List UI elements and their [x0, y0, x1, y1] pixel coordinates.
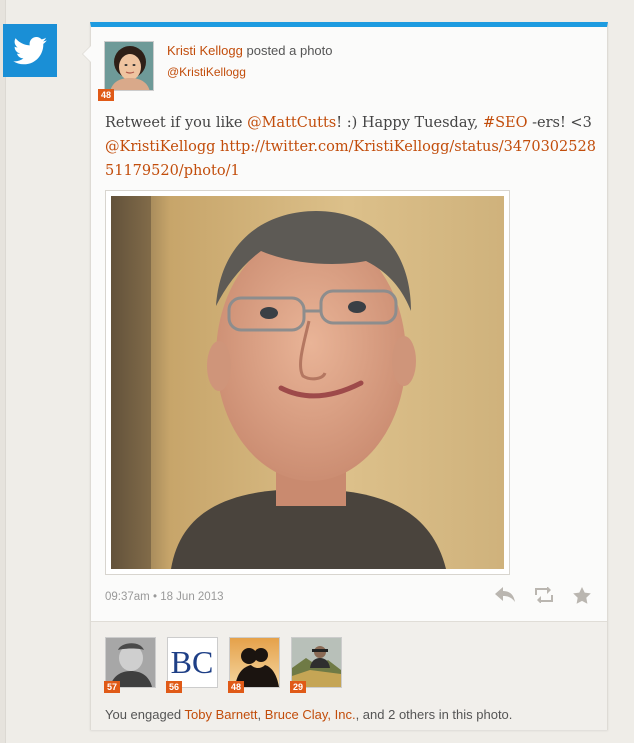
author-avatar-wrap[interactable]: 48	[98, 41, 156, 101]
engagement-panel: 57 BC 56 48 29 You engaged Toby Barnett,…	[91, 621, 607, 730]
twitter-network-badge	[3, 24, 57, 77]
engaged-summary: You engaged Toby Barnett, Bruce Clay, In…	[105, 707, 512, 722]
tweet-text: Retweet if you like @MattCutts! :) Happy…	[105, 111, 600, 183]
engaged-user-link[interactable]: Toby Barnett	[185, 707, 258, 722]
author-name-link[interactable]: Kristi Kellogg	[167, 43, 243, 58]
silhouette-couple-icon	[230, 638, 279, 687]
retweet-icon[interactable]	[533, 586, 555, 609]
meta-separator: •	[149, 591, 161, 603]
photo-frame[interactable]	[105, 190, 510, 575]
engaged-user-avatar[interactable]: BC 56	[166, 637, 218, 693]
engaged-comma: ,	[257, 707, 265, 722]
engaged-user-score: 48	[228, 681, 245, 693]
post-photo[interactable]	[111, 196, 504, 569]
post-date[interactable]: 18 Jun 2013	[160, 591, 223, 603]
engaged-users-list: 57 BC 56 48 29	[104, 637, 342, 693]
post-actions	[495, 586, 591, 609]
twitter-bird-icon	[13, 36, 47, 64]
engaged-prefix: You engaged	[105, 707, 185, 722]
engaged-user-score: 56	[166, 681, 183, 693]
author-score-badge: 48	[98, 89, 115, 101]
photo-portrait-icon	[111, 196, 504, 569]
post-action-text: posted a photo	[242, 43, 333, 58]
author-handle-link[interactable]: @KristiKellogg	[167, 65, 246, 79]
engaged-user-score: 57	[104, 681, 121, 693]
engaged-user-score: 29	[290, 681, 307, 693]
timeline-rail	[0, 0, 6, 743]
avatar-portrait-icon	[105, 42, 153, 90]
hashtag-link[interactable]: #SEO	[483, 115, 528, 131]
post-timestamp[interactable]: 09:37am	[105, 591, 150, 603]
post-meta: 09:37am • 18 Jun 2013	[105, 591, 224, 603]
reply-icon[interactable]	[495, 587, 515, 609]
mention-link[interactable]: @MattCutts	[247, 115, 336, 131]
engaged-user-link[interactable]: Bruce Clay, Inc.	[265, 707, 356, 722]
author-avatar[interactable]	[104, 41, 154, 91]
bc-logo-icon: BC	[168, 638, 217, 687]
svg-text:BC: BC	[171, 644, 214, 680]
landscape-person-icon	[292, 638, 341, 687]
tweet-text-segment: ! :) Happy Tuesday,	[336, 115, 483, 131]
tweet-text-segment: -ers! <3	[527, 115, 592, 131]
mention-link[interactable]: @KristiKellogg	[105, 139, 215, 155]
engaged-user-avatar[interactable]: 48	[228, 637, 280, 693]
tweet-text-segment: Retweet if you like	[105, 115, 248, 131]
engaged-user-avatar[interactable]: 29	[290, 637, 342, 693]
favorite-star-icon[interactable]	[573, 587, 591, 609]
post-card: 48 Kristi Kellogg posted a photo @Kristi…	[82, 22, 608, 730]
engaged-suffix: , and 2 others in this photo.	[355, 707, 513, 722]
post-header: Kristi Kellogg posted a photo	[167, 43, 333, 58]
user-avatar-portrait-icon	[106, 638, 155, 687]
engaged-user-avatar[interactable]: 57	[104, 637, 156, 693]
